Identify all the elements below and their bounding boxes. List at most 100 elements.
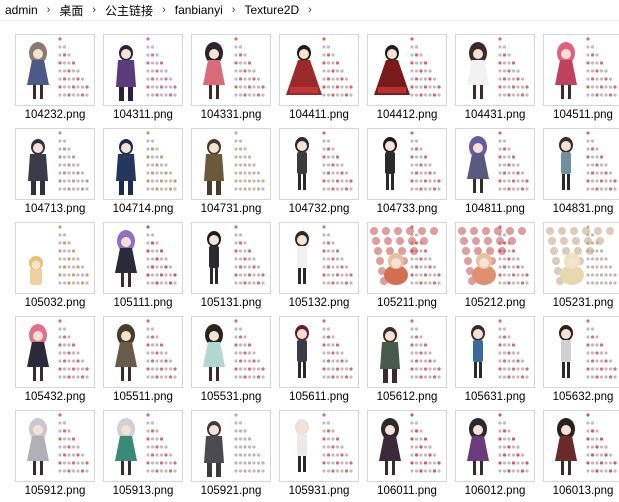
thumbnail-image bbox=[29, 225, 89, 285]
breadcrumb-item[interactable]: Texture2D bbox=[242, 3, 301, 17]
breadcrumb-item[interactable]: fanbianyi bbox=[173, 3, 225, 17]
file-item[interactable]: 104811.png bbox=[455, 128, 535, 220]
file-thumbnail[interactable] bbox=[543, 128, 619, 200]
file-thumbnail[interactable] bbox=[15, 410, 95, 482]
file-item[interactable]: 105131.png bbox=[191, 222, 271, 314]
file-thumbnail[interactable] bbox=[543, 222, 619, 294]
file-thumbnail[interactable] bbox=[367, 222, 447, 294]
file-thumbnail[interactable] bbox=[191, 128, 271, 200]
file-item[interactable]: 106013.png bbox=[543, 410, 619, 502]
file-item[interactable]: 105212.png bbox=[455, 222, 535, 314]
breadcrumb-chevron-icon[interactable]: › bbox=[155, 4, 173, 16]
file-item[interactable]: 104411.png bbox=[279, 34, 359, 126]
file-thumbnail[interactable] bbox=[191, 410, 271, 482]
thumbnail-image bbox=[370, 225, 441, 285]
breadcrumb-item[interactable]: 桌面 bbox=[57, 2, 85, 19]
file-thumbnail[interactable] bbox=[191, 222, 271, 294]
file-thumbnail[interactable] bbox=[279, 34, 359, 106]
file-thumbnail[interactable] bbox=[103, 410, 183, 482]
file-item[interactable]: 104331.png bbox=[191, 34, 271, 126]
file-thumbnail[interactable] bbox=[455, 410, 535, 482]
thumbnail-image bbox=[555, 413, 617, 475]
breadcrumb-item[interactable]: admin bbox=[3, 3, 40, 17]
file-thumbnail[interactable] bbox=[367, 128, 447, 200]
file-thumbnail[interactable] bbox=[15, 316, 95, 388]
file-item[interactable]: 105631.png bbox=[455, 316, 535, 408]
file-item[interactable]: 105032.png bbox=[15, 222, 95, 314]
file-thumbnail[interactable] bbox=[543, 34, 619, 106]
thumbnail-image bbox=[27, 319, 89, 381]
file-thumbnail[interactable] bbox=[367, 34, 447, 106]
file-thumbnail[interactable] bbox=[455, 316, 535, 388]
file-thumbnail[interactable] bbox=[191, 316, 271, 388]
file-name: 105931.png bbox=[288, 485, 350, 497]
file-thumbnail[interactable] bbox=[279, 316, 359, 388]
file-item[interactable]: 105211.png bbox=[367, 222, 447, 314]
file-thumbnail[interactable] bbox=[15, 34, 95, 106]
file-thumbnail[interactable] bbox=[455, 128, 535, 200]
file-thumbnail[interactable] bbox=[15, 128, 95, 200]
file-thumbnail[interactable] bbox=[543, 410, 619, 482]
file-thumbnail[interactable] bbox=[279, 128, 359, 200]
file-item[interactable]: 106011.png bbox=[367, 410, 447, 502]
file-thumbnail[interactable] bbox=[279, 410, 359, 482]
thumbnail-image bbox=[115, 319, 177, 381]
file-name: 104713.png bbox=[24, 203, 86, 215]
file-thumbnail[interactable] bbox=[279, 222, 359, 294]
file-thumbnail[interactable] bbox=[103, 316, 183, 388]
file-thumbnail[interactable] bbox=[543, 316, 619, 388]
file-item[interactable]: 104733.png bbox=[367, 128, 447, 220]
thumbnail-image bbox=[115, 225, 177, 287]
file-item[interactable]: 104232.png bbox=[15, 34, 95, 126]
thumbnail-image bbox=[379, 413, 441, 475]
file-item[interactable]: 105931.png bbox=[279, 410, 359, 502]
file-thumbnail[interactable] bbox=[367, 410, 447, 482]
file-item[interactable]: 105913.png bbox=[103, 410, 183, 502]
thumbnail-image bbox=[28, 131, 89, 195]
file-thumbnail[interactable] bbox=[103, 128, 183, 200]
file-thumbnail[interactable] bbox=[103, 34, 183, 106]
file-item[interactable]: 104311.png bbox=[103, 34, 183, 126]
file-item[interactable]: 105611.png bbox=[279, 316, 359, 408]
file-item[interactable]: 105921.png bbox=[191, 410, 271, 502]
file-item[interactable]: 104431.png bbox=[455, 34, 535, 126]
thumbnail-image bbox=[559, 319, 617, 379]
file-item[interactable]: 105912.png bbox=[15, 410, 95, 502]
file-item[interactable]: 105132.png bbox=[279, 222, 359, 314]
file-thumbnail[interactable] bbox=[191, 34, 271, 106]
file-thumbnail[interactable] bbox=[15, 222, 95, 294]
file-item[interactable]: 106012.png bbox=[455, 410, 535, 502]
file-item[interactable]: 104731.png bbox=[191, 128, 271, 220]
file-name: 104431.png bbox=[464, 109, 526, 121]
thumbnail-image bbox=[458, 225, 529, 285]
thumbnail-image bbox=[374, 37, 441, 97]
file-item[interactable]: 104412.png bbox=[367, 34, 447, 126]
file-thumbnail[interactable] bbox=[367, 316, 447, 388]
breadcrumb-chevron-icon[interactable]: › bbox=[40, 4, 58, 16]
thumbnail-image bbox=[116, 37, 177, 101]
file-thumbnail[interactable] bbox=[455, 222, 535, 294]
file-grid: 104232.png 104311.png 104331.png 104411.png… bbox=[15, 34, 619, 502]
file-name: 104311.png bbox=[113, 109, 173, 121]
breadcrumb-chevron-icon[interactable]: › bbox=[225, 4, 243, 16]
file-item[interactable]: 105612.png bbox=[367, 316, 447, 408]
file-item[interactable]: 105111.png bbox=[103, 222, 183, 314]
file-item[interactable]: 104831.png bbox=[543, 128, 619, 220]
file-item[interactable]: 105531.png bbox=[191, 316, 271, 408]
file-item[interactable]: 105432.png bbox=[15, 316, 95, 408]
thumbnail-image bbox=[115, 413, 177, 475]
file-item[interactable]: 105632.png bbox=[543, 316, 619, 408]
file-item[interactable]: 105511.png bbox=[103, 316, 183, 408]
breadcrumb-chevron-icon[interactable]: › bbox=[85, 4, 103, 16]
file-thumbnail[interactable] bbox=[455, 34, 535, 106]
file-item[interactable]: 105231.png bbox=[543, 222, 619, 314]
file-thumbnail[interactable] bbox=[103, 222, 183, 294]
file-item[interactable]: 104511.png bbox=[543, 34, 619, 126]
breadcrumb-chevron-icon[interactable]: › bbox=[301, 4, 319, 16]
file-item[interactable]: 104713.png bbox=[15, 128, 95, 220]
thumbnail-image bbox=[467, 37, 529, 99]
file-item[interactable]: 104732.png bbox=[279, 128, 359, 220]
file-item[interactable]: 104714.png bbox=[103, 128, 183, 220]
breadcrumb-item[interactable]: 公主链接 bbox=[103, 2, 155, 19]
file-name: 105432.png bbox=[24, 391, 86, 403]
